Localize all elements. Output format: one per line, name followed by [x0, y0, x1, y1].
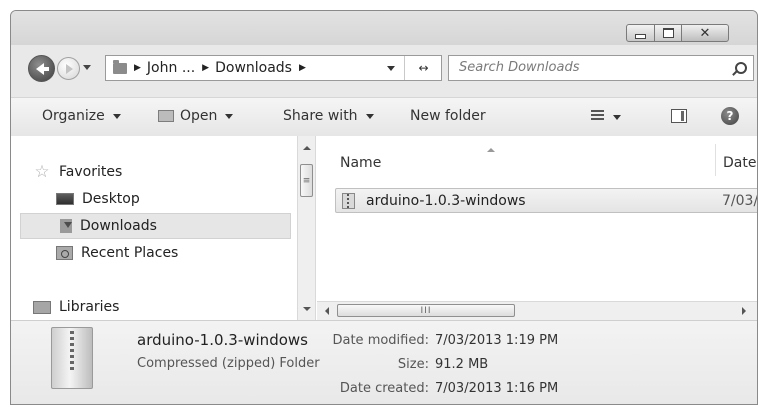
- view-options-dropdown[interactable]: [613, 115, 621, 120]
- details-value-size: 91.2 MB: [435, 357, 489, 372]
- new-folder-button[interactable]: New folder: [410, 108, 486, 124]
- organize-button[interactable]: Organize: [42, 108, 121, 124]
- recent-pages-dropdown[interactable]: [83, 65, 91, 70]
- scroll-up-icon[interactable]: [303, 146, 311, 150]
- nav-item-recent-places[interactable]: Recent Places: [56, 240, 178, 266]
- file-list-scrollbar[interactable]: III: [317, 301, 757, 320]
- close-button[interactable]: ✕: [681, 24, 729, 42]
- breadcrumb-downloads[interactable]: Downloads: [215, 60, 292, 76]
- details-value-date-created: 7/03/2013 1:16 PM: [435, 381, 559, 396]
- close-icon: ✕: [699, 25, 711, 41]
- nav-item-libraries[interactable]: Libraries: [33, 294, 119, 320]
- open-label: Open: [180, 108, 218, 124]
- details-value-date-modified: 7/03/2013 1:19 PM: [435, 333, 559, 348]
- sort-indicator-icon: [487, 148, 495, 152]
- details-label-date-modified: Date modified:: [332, 333, 429, 348]
- nav-item-label: Libraries: [59, 299, 120, 315]
- title-bar[interactable]: ✕: [11, 11, 757, 45]
- column-divider[interactable]: [715, 144, 716, 176]
- chevron-down-icon: [225, 113, 234, 119]
- scrollbar-thumb[interactable]: III: [337, 304, 515, 317]
- libraries-icon: [33, 300, 51, 314]
- star-icon: ☆: [34, 162, 50, 182]
- navigation-scrollbar[interactable]: ≡: [297, 136, 316, 320]
- minimize-button[interactable]: [626, 24, 655, 42]
- breadcrumb-john[interactable]: John ...: [147, 60, 195, 76]
- open-icon: [158, 110, 174, 122]
- nav-item-label: Desktop: [82, 191, 140, 207]
- details-file-name: arduino-1.0.3-windows: [137, 331, 308, 349]
- forward-arrow-icon: [66, 63, 73, 74]
- column-header-name[interactable]: Name: [340, 155, 381, 171]
- navigation-pane: ☆ Favorites Desktop Downloads Recent Pla…: [11, 136, 297, 320]
- column-header-date[interactable]: Date: [723, 155, 756, 171]
- organize-label: Organize: [42, 108, 105, 124]
- address-bar[interactable]: ▶ John ... ▶ Downloads ▶ ↔: [105, 55, 442, 81]
- scrollbar-thumb[interactable]: ≡: [300, 164, 313, 197]
- share-with-button[interactable]: Share with: [283, 108, 374, 124]
- change-view-icon[interactable]: [591, 110, 604, 122]
- file-list: Name Date arduino-1.0.3-windows 7/03/ II…: [317, 136, 758, 320]
- back-button[interactable]: [28, 55, 55, 82]
- details-label-size: Size:: [397, 357, 429, 372]
- details-pane: arduino-1.0.3-windows Compressed (zipped…: [11, 320, 757, 404]
- new-folder-label: New folder: [410, 108, 486, 124]
- recent-places-icon: [56, 246, 73, 260]
- refresh-button[interactable]: ↔: [404, 56, 442, 80]
- command-bar: Organize Open Share with New folder ?: [11, 97, 757, 137]
- breadcrumb-separator-icon[interactable]: ▶: [299, 63, 306, 73]
- search-placeholder: Search Downloads: [459, 60, 580, 75]
- forward-button[interactable]: [57, 57, 80, 80]
- file-row[interactable]: arduino-1.0.3-windows 7/03/: [335, 188, 758, 213]
- preview-pane-icon[interactable]: [671, 109, 687, 123]
- explorer-window: ✕ ▶ John ... ▶ Downloads ▶ ↔ Search Down…: [10, 10, 758, 405]
- breadcrumb-separator-icon[interactable]: ▶: [134, 63, 141, 73]
- search-icon[interactable]: [735, 62, 747, 74]
- scroll-right-icon[interactable]: [742, 307, 746, 315]
- share-with-label: Share with: [283, 108, 358, 124]
- maximize-button[interactable]: [654, 24, 682, 42]
- folder-icon: [113, 59, 127, 74]
- help-icon[interactable]: ?: [721, 107, 739, 125]
- content-area: ☆ Favorites Desktop Downloads Recent Pla…: [11, 136, 757, 320]
- chevron-down-icon: [112, 113, 121, 119]
- file-date: 7/03/: [722, 193, 758, 209]
- downloads-folder-icon: [60, 219, 72, 233]
- nav-item-downloads[interactable]: Downloads: [20, 213, 291, 239]
- navigation-bar: ▶ John ... ▶ Downloads ▶ ↔ Search Downlo…: [11, 53, 757, 89]
- open-button[interactable]: Open: [158, 108, 234, 124]
- address-history-dropdown[interactable]: [387, 66, 395, 71]
- refresh-icon: ↔: [418, 61, 429, 75]
- scroll-left-icon[interactable]: [325, 307, 329, 315]
- details-label-date-created: Date created:: [339, 381, 429, 396]
- breadcrumb-separator-icon[interactable]: ▶: [202, 63, 209, 73]
- desktop-icon: [56, 193, 74, 205]
- zip-folder-icon: [342, 193, 355, 209]
- maximize-icon: [662, 28, 674, 38]
- minimize-icon: [635, 33, 646, 39]
- nav-item-label: Downloads: [80, 218, 157, 234]
- zip-folder-icon: [51, 327, 93, 389]
- back-arrow-icon: [36, 62, 49, 75]
- file-name: arduino-1.0.3-windows: [366, 193, 526, 209]
- scroll-down-icon[interactable]: [303, 307, 311, 311]
- nav-item-desktop[interactable]: Desktop: [56, 186, 140, 212]
- nav-item-favorites[interactable]: ☆ Favorites: [33, 159, 122, 185]
- search-input[interactable]: Search Downloads: [448, 55, 754, 81]
- nav-item-label: Favorites: [59, 164, 123, 180]
- chevron-down-icon: [365, 113, 374, 119]
- nav-item-label: Recent Places: [81, 245, 179, 261]
